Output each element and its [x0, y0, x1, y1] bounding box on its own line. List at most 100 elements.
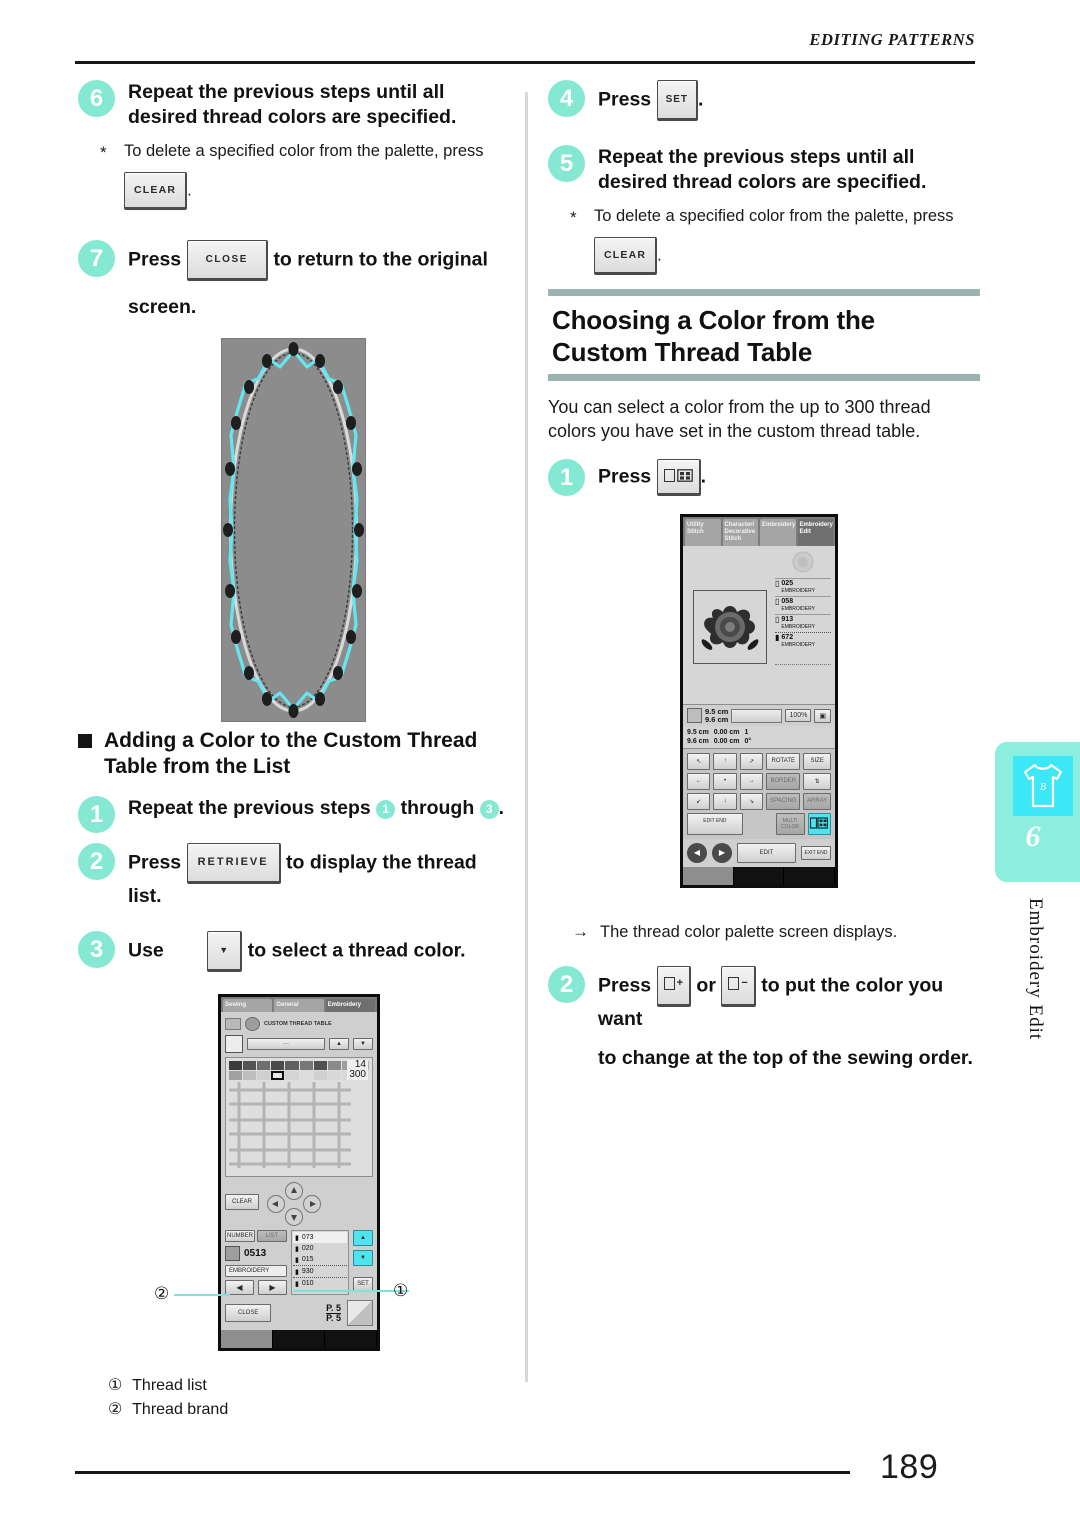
thread-brand-field[interactable]: EMBROIDERY [225, 1265, 287, 1277]
retrieve-key[interactable]: RETRIEVE [186, 843, 281, 884]
close-button[interactable]: CLOSE [225, 1304, 272, 1322]
keypad-row-3[interactable]: ↙ ↓ ↘ SPACING ARRAY [687, 793, 832, 810]
clear-key[interactable]: CLEAR [124, 172, 188, 210]
current-color-swatch[interactable] [225, 1035, 243, 1053]
multi-color-button[interactable]: MULTI COLOR [775, 813, 805, 835]
nav-thread-icon[interactable] [325, 1330, 377, 1348]
list-scroll-down[interactable]: ▼ [353, 1250, 373, 1266]
lcd-tab-row[interactable]: Utility Stitch Character/ Decorative Sti… [683, 517, 835, 546]
border-button[interactable]: BORDER [766, 773, 801, 790]
close-key[interactable]: CLOSE [186, 240, 269, 281]
list-mode-button[interactable]: LIST [257, 1230, 287, 1242]
keypad-row-1[interactable]: ↖ ↑ ↗ ROTATE SIZE [687, 753, 832, 770]
lcd-tab-row[interactable]: Sewing General Embroidery [221, 997, 377, 1012]
tab-embroidery[interactable]: Embroidery [325, 999, 375, 1012]
tab-embroidery[interactable]: Embroidery [760, 519, 796, 546]
dpad-svg[interactable] [265, 1182, 323, 1226]
center-button[interactable]: • [713, 773, 737, 790]
brand-prev-button[interactable]: ◀ [225, 1280, 254, 1295]
color-list-item[interactable]: ▯ 913 EMBROIDERY [775, 614, 831, 632]
lcd-status-bar[interactable] [221, 1330, 377, 1348]
palette-empty-grid[interactable] [229, 1082, 369, 1173]
thread-row[interactable]: ▮ 010 [293, 1277, 347, 1289]
color-minus-key[interactable]: − [721, 966, 756, 1007]
zoom-button[interactable]: 100% [785, 709, 812, 722]
scroll-down-button[interactable]: ▼ [353, 1038, 373, 1050]
embroidery-edit-screen[interactable]: Utility Stitch Character/ Decorative Sti… [680, 514, 838, 888]
number-mode-button[interactable]: NUMBER [225, 1230, 256, 1242]
tab-character-decorative-stitch[interactable]: Character/ Decorative Stitch [722, 519, 758, 546]
tab-sewing[interactable]: Sewing [223, 999, 273, 1012]
tab-general[interactable]: General [274, 999, 324, 1012]
color-list-item[interactable]: ▯ 025 EMBROIDERY [775, 578, 831, 596]
keypad-row-4[interactable]: EDIT END MULTI COLOR [687, 813, 831, 835]
lcd-status-bar[interactable] [683, 867, 836, 885]
lcd-toolbar[interactable]: ··· ▲ ▼ [225, 1035, 373, 1053]
edit-keypad[interactable]: ↖ ↑ ↗ ROTATE SIZE ← • → BORDER ⇅ ↙ ↓ ↘ S… [683, 749, 835, 839]
move-down-button[interactable]: ↓ [713, 793, 737, 810]
brand-nav[interactable]: ◀ ▶ [225, 1280, 287, 1295]
nav-thread-icon[interactable] [784, 867, 836, 885]
exit-end-button[interactable]: EXIT END [801, 846, 831, 860]
color-plus-key[interactable]: + [656, 966, 691, 1007]
nav-document-icon[interactable] [221, 1330, 273, 1348]
clear-button[interactable]: CLEAR [225, 1194, 260, 1210]
palette-grid-panel[interactable]: 14 300 [225, 1057, 373, 1177]
lcd-bottom-bar[interactable]: ◀ ▶ EDIT EXIT END [683, 839, 835, 867]
list-scroll-controls[interactable]: ▲ ▼ SET [353, 1230, 373, 1295]
brand-next-button[interactable]: ▶ [258, 1280, 287, 1295]
lcd-clear-and-dpad[interactable]: CLEAR [225, 1182, 373, 1226]
move-down-left-button[interactable]: ↙ [687, 793, 711, 810]
lcd-preview-area[interactable]: ▯ 025 EMBROIDERY ▯ 058 EMBROIDERY ▯ 913 … [683, 546, 835, 704]
nav-document-icon[interactable] [683, 867, 734, 885]
nav-machine-icon[interactable] [273, 1330, 325, 1348]
lcd-lower-panel[interactable]: NUMBER LIST 0513 EMBROIDERY ◀ ▶ ▮ 073 ▮ … [225, 1230, 373, 1295]
thread-palette-button[interactable] [807, 813, 831, 835]
tab-embroidery-edit[interactable]: Embroidery Edit [797, 519, 833, 546]
mode-toggle[interactable]: NUMBER LIST [225, 1230, 287, 1242]
set-button[interactable]: SET [353, 1277, 373, 1291]
step-number-badge: 1 [78, 796, 115, 833]
color-sequence-list[interactable]: ▯ 025 EMBROIDERY ▯ 058 EMBROIDERY ▯ 913 … [775, 550, 831, 700]
thread-row[interactable]: ▮ 015 [293, 1254, 347, 1265]
mirror-button[interactable]: ⇅ [803, 773, 832, 790]
move-up-button[interactable]: ↑ [713, 753, 737, 770]
edit-end-button[interactable]: EDIT END [687, 813, 743, 835]
thread-list[interactable]: ▮ 073 ▮ 020 ▮ 015 ▮ 930 ▮ 010 [291, 1230, 349, 1295]
lcd-footer-row[interactable]: CLOSE P. 5 P. 5 [225, 1300, 373, 1326]
color-list-item[interactable]: ▯ 058 EMBROIDERY [775, 596, 831, 614]
list-scroll-up[interactable]: ▲ [353, 1230, 373, 1246]
scroll-up-button[interactable]: ▲ [329, 1038, 349, 1050]
custom-thread-table-screen[interactable]: Sewing General Embroidery CUSTOM THREAD … [218, 994, 380, 1351]
design-canvas[interactable] [687, 550, 771, 700]
set-key[interactable]: SET [656, 80, 699, 121]
nav-machine-icon[interactable] [734, 867, 785, 885]
dpad-control[interactable] [265, 1182, 323, 1226]
prev-button[interactable]: ◀ [687, 843, 707, 863]
thread-row[interactable]: ▮ 930 [293, 1265, 347, 1277]
move-left-button[interactable]: ← [687, 773, 711, 790]
move-up-left-button[interactable]: ↖ [687, 753, 711, 770]
down-caret-key[interactable]: ▼ [207, 931, 243, 972]
tab-utility-stitch[interactable]: Utility Stitch [685, 519, 721, 546]
array-button[interactable]: ARRAY [803, 793, 832, 810]
move-down-right-button[interactable]: ↘ [739, 793, 764, 810]
keypad-row-2[interactable]: ← • → BORDER ⇅ [687, 773, 832, 790]
preview-button[interactable]: ▣ [814, 708, 831, 723]
lcd-left-controls[interactable]: NUMBER LIST 0513 EMBROIDERY ◀ ▶ [225, 1230, 287, 1295]
edit-button[interactable]: ··· [247, 1038, 325, 1050]
size-button[interactable]: SIZE [803, 753, 832, 770]
thread-palette-key[interactable] [656, 459, 701, 496]
color-list-item[interactable]: ▮ 672 EMBROIDERY [775, 632, 831, 650]
spacing-button[interactable]: SPACING [766, 793, 801, 810]
return-arrow-button[interactable] [347, 1300, 373, 1326]
thread-row[interactable]: ▮ 020 [293, 1243, 347, 1254]
edit-mode-button[interactable]: EDIT [737, 843, 796, 863]
move-right-button[interactable]: → [739, 773, 764, 790]
hoop-select-button[interactable] [731, 708, 783, 723]
next-button[interactable]: ▶ [712, 843, 732, 863]
rotate-button[interactable]: ROTATE [766, 753, 801, 770]
move-up-right-button[interactable]: ↗ [739, 753, 764, 770]
thread-row[interactable]: ▮ 073 [293, 1232, 347, 1243]
clear-key[interactable]: CLEAR [594, 237, 658, 275]
